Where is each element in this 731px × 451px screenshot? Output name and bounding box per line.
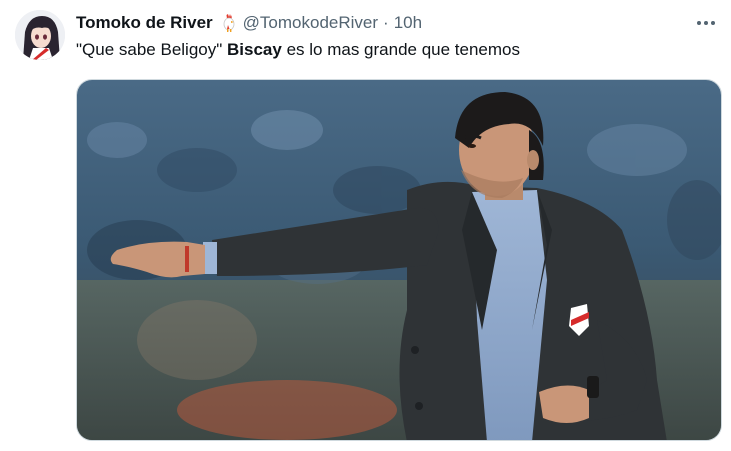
- tweet-text-quote: "Que sabe Beligoy": [76, 40, 223, 59]
- more-icon: [697, 21, 715, 25]
- rooster-icon: [219, 12, 239, 34]
- display-name[interactable]: Tomoko de River: [76, 12, 213, 34]
- tweet-text: "Que sabe Beligoy" Biscay es lo mas gran…: [76, 38, 711, 62]
- timestamp[interactable]: 10h: [394, 12, 422, 34]
- avatar-image: [15, 10, 65, 60]
- tweet-card[interactable]: Tomoko de River @TomokodeRiver · 10h "Qu…: [0, 0, 731, 451]
- tweet-text-bold: Biscay: [227, 40, 282, 59]
- separator-dot: ·: [383, 13, 389, 32]
- more-options-button[interactable]: [693, 10, 719, 36]
- tweet-text-rest: es lo mas grande que tenemos: [286, 40, 520, 59]
- user-handle[interactable]: @TomokodeRiver: [243, 12, 378, 34]
- tweet-photo[interactable]: [76, 79, 722, 441]
- tweet-header: Tomoko de River @TomokodeRiver · 10h: [76, 12, 671, 34]
- avatar[interactable]: [15, 10, 65, 60]
- photo-image: [77, 80, 721, 440]
